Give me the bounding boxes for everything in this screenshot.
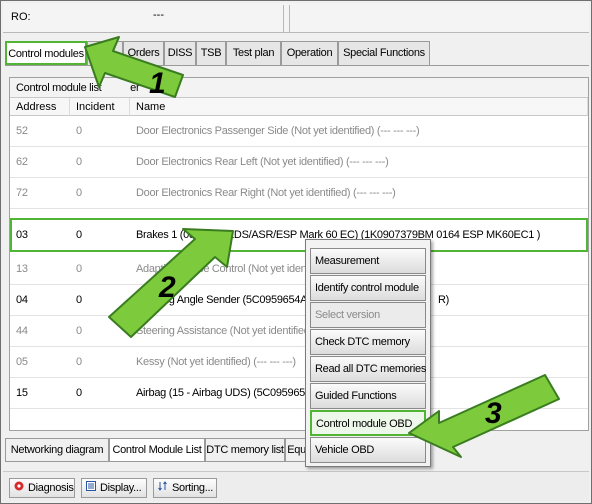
row-address: 13: [16, 263, 28, 275]
tab-special-functions[interactable]: Special Functions: [338, 41, 430, 65]
display-label: Display...: [100, 482, 142, 494]
row-address: 05: [16, 356, 28, 368]
row-name: Door Electronics Rear Left (Not yet iden…: [136, 156, 389, 168]
display-button[interactable]: Display...: [81, 478, 147, 498]
row-address: 03: [16, 229, 28, 241]
row-name: Door Electronics Rear Right (Not yet ide…: [136, 187, 396, 199]
tab-networking-diagram[interactable]: Networking diagram: [5, 438, 109, 462]
diagnosis-icon: [14, 479, 24, 497]
bottom-toolbar: Diagnosis Display... Sorting...: [3, 471, 589, 501]
table-row[interactable]: 52 0 Door Electronics Passenger Side (No…: [10, 116, 588, 147]
row-incident: 0: [76, 263, 82, 275]
application-window: RO: --- Control modules Orders DISS TSB …: [0, 0, 592, 504]
row-incident: 0: [76, 325, 82, 337]
row-incident: 0: [76, 387, 82, 399]
row-address: 52: [16, 125, 28, 137]
row-incident: 0: [76, 294, 82, 306]
row-incident: 0: [76, 187, 82, 199]
row-name-tail: R): [438, 294, 450, 306]
row-incident: 0: [76, 356, 82, 368]
divider: [283, 5, 284, 33]
menu-item-identify-control-module[interactable]: Identify control module: [310, 275, 426, 301]
sort-icon: [158, 479, 168, 497]
table-row[interactable]: 72 0 Door Electronics Rear Right (Not ye…: [10, 178, 588, 209]
menu-item-check-dtc-memory[interactable]: Check DTC memory: [310, 329, 426, 355]
ro-value: ---: [153, 9, 164, 21]
column-header-name[interactable]: Name: [130, 98, 588, 116]
row-incident: 0: [76, 229, 82, 241]
diagnosis-button[interactable]: Diagnosis: [9, 478, 75, 498]
menu-item-measurement[interactable]: Measurement: [310, 248, 426, 274]
tab-dtc-memory-list[interactable]: DTC memory list: [205, 438, 285, 462]
callout-arrow-1-icon: [84, 36, 184, 98]
tab-test-plan[interactable]: Test plan: [226, 41, 281, 65]
callout-number-3: 3: [485, 397, 502, 430]
divider: [289, 5, 290, 33]
row-incident: 0: [76, 125, 82, 137]
row-name: Kessy (Not yet identified) (--- --- ---): [136, 356, 296, 368]
column-header-address[interactable]: Address: [10, 98, 70, 116]
callout-number-1: 1: [149, 67, 166, 100]
row-address: 04: [16, 294, 28, 306]
tab-tsb[interactable]: TSB: [196, 41, 226, 65]
row-address: 15: [16, 387, 28, 399]
callout-number-2: 2: [159, 271, 176, 304]
row-address: 72: [16, 187, 28, 199]
display-icon: [86, 479, 96, 497]
menu-item-select-version: Select version: [310, 302, 426, 328]
diagnosis-label: Diagnosis: [28, 482, 74, 494]
sorting-label: Sorting...: [172, 482, 214, 494]
table-row[interactable]: 62 0 Door Electronics Rear Left (Not yet…: [10, 147, 588, 178]
sorting-button[interactable]: Sorting...: [153, 478, 217, 498]
row-incident: 0: [76, 156, 82, 168]
row-address: 44: [16, 325, 28, 337]
ro-label: RO:: [11, 11, 31, 23]
row-name: Airbag (15 - Airbag UDS) (5C095965: [136, 387, 305, 399]
row-name: Door Electronics Passenger Side (Not yet…: [136, 125, 420, 137]
tab-operation[interactable]: Operation: [281, 41, 338, 65]
row-address: 62: [16, 156, 28, 168]
tab-control-module-list[interactable]: Control Module List: [109, 438, 205, 462]
ro-bar: RO: ---: [3, 3, 589, 33]
tab-control-modules[interactable]: Control modules: [5, 41, 87, 65]
